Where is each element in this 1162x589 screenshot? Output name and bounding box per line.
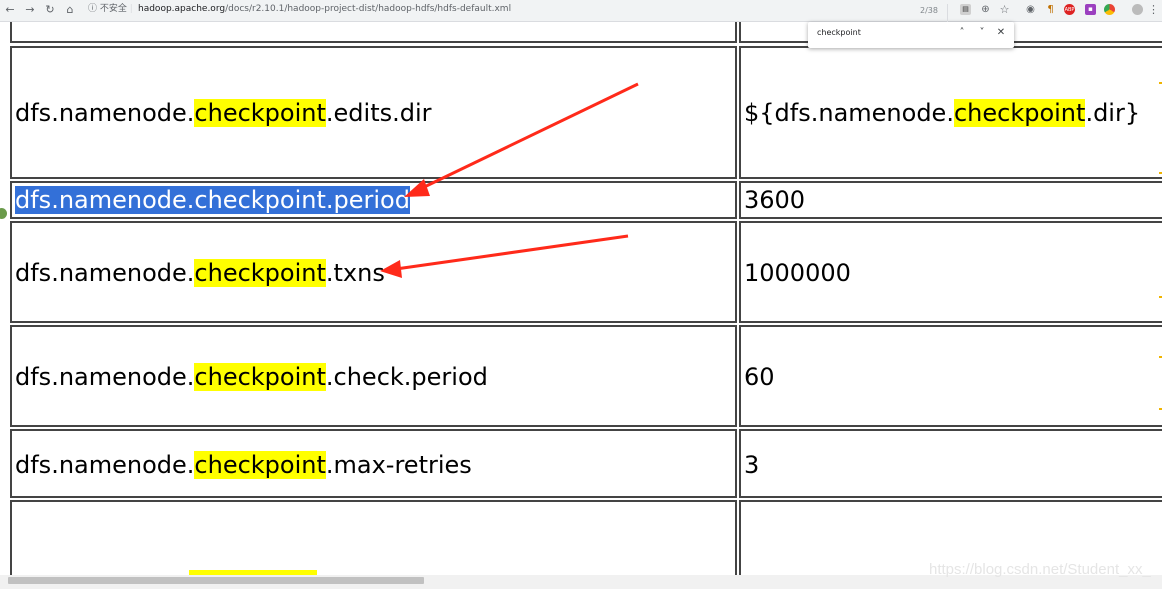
security-label: 不安全	[99, 4, 127, 14]
reload-icon[interactable]: ↻	[42, 2, 58, 18]
url-host: hadoop.apache.org	[138, 4, 226, 14]
page-content: dfs.namenode.checkpoint.edits.dir ${dfs.…	[0, 22, 1162, 575]
menu-icon[interactable]: ⋮	[1148, 4, 1159, 15]
find-match-count: 2/38	[920, 6, 938, 15]
abp-icon[interactable]: ABP	[1064, 4, 1075, 15]
home-icon[interactable]: ⌂	[62, 2, 78, 18]
security-indicator[interactable]: ⓘ 不安全 |	[88, 2, 133, 17]
find-separator	[947, 4, 948, 22]
table-row-partial-key	[10, 22, 737, 43]
table-cell-value: 1000000	[739, 221, 1162, 323]
abp-badge: ABP	[1064, 7, 1075, 13]
scrollbar-thumb[interactable]	[8, 577, 424, 584]
table-cell-key: dfs.namenode.checkpoint.edits.dir	[10, 46, 737, 179]
chevron-up-icon[interactable]: ˄	[956, 27, 968, 38]
forward-icon[interactable]: →	[22, 2, 38, 18]
find-highlight: checkpoint	[194, 451, 326, 479]
table-cell-value: 3	[739, 429, 1162, 498]
selected-text[interactable]: dfs.namenode.checkpoint.period	[15, 186, 410, 214]
back-icon[interactable]: ←	[2, 2, 18, 18]
chrome-icon[interactable]	[1104, 4, 1115, 15]
table-cell-value: 3600	[739, 181, 1162, 219]
extension-icon[interactable]: ▪	[1085, 4, 1096, 15]
page-translate-icon[interactable]: ▤	[960, 4, 971, 15]
find-highlight: checkpoint	[194, 259, 326, 287]
table-cell-value: 60	[739, 325, 1162, 427]
paragraph-icon[interactable]: ¶	[1045, 4, 1056, 15]
find-highlight: checkpoint	[953, 99, 1086, 127]
chevron-down-icon[interactable]: ˅	[976, 27, 988, 38]
info-icon: ⓘ	[88, 4, 98, 14]
close-icon[interactable]: ✕	[995, 27, 1007, 38]
find-highlight: checkpoint	[194, 363, 326, 391]
table-cell-key: dfs.namenode.checkpoint.max-retries	[10, 429, 737, 498]
table-cell-key: dfs.namenode.checkpoint.period	[10, 181, 737, 219]
bookmark-star-icon[interactable]: ☆	[999, 4, 1010, 15]
url-path: /docs/r2.10.1/hadoop-project-dist/hadoop…	[225, 4, 512, 14]
find-input[interactable]: checkpoint	[817, 28, 861, 37]
find-highlight: checkpoint	[194, 99, 326, 127]
zoom-icon[interactable]: ⊕	[980, 4, 991, 15]
table-cell-key: dfs.namenode.checkpoint.check.period	[10, 325, 737, 427]
table-cell-key: dfs.namenode.checkpoint.txns	[10, 221, 737, 323]
browser-toolbar: ← → ↻ ⌂ ⓘ 不安全 | hadoop.apache.org/docs/r…	[0, 0, 1162, 22]
watermark: https://blog.csdn.net/Student_xx_	[929, 561, 1151, 578]
table-cell-key	[10, 500, 737, 575]
table-cell-value: ${dfs.namenode.checkpoint.dir}	[739, 46, 1162, 179]
avatar[interactable]	[1132, 4, 1143, 15]
camera-icon[interactable]: ◉	[1025, 4, 1036, 15]
url-text[interactable]: hadoop.apache.org/docs/r2.10.1/hadoop-pr…	[138, 2, 511, 17]
